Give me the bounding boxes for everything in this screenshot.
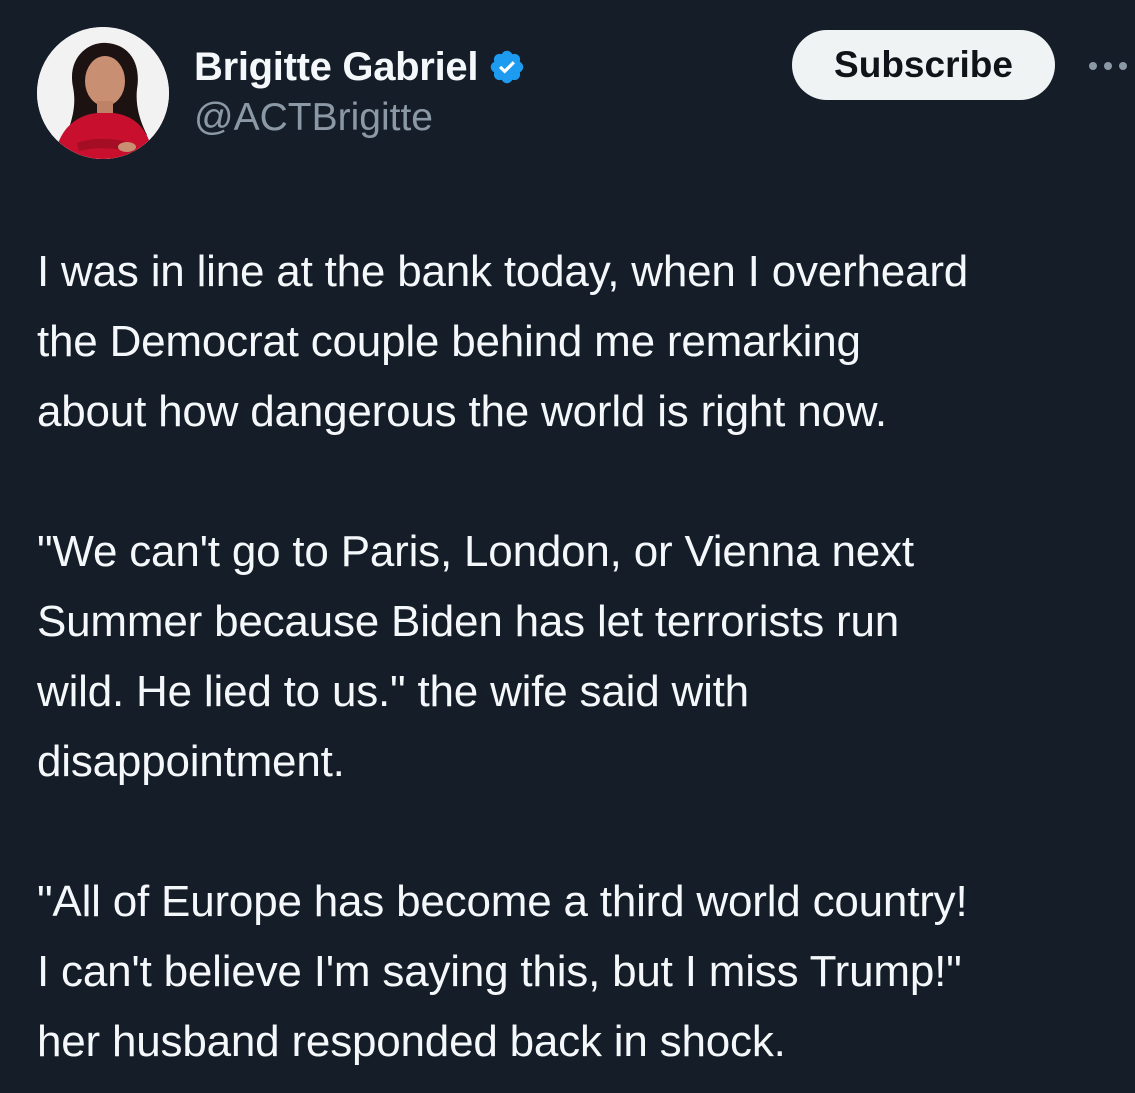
author-name-row: Brigitte Gabriel [194, 40, 526, 94]
author-display-name[interactable]: Brigitte Gabriel [194, 45, 478, 90]
post-paragraph: "We can't go to Paris, London, or Vienna… [37, 527, 914, 786]
tweet-card: Brigitte Gabriel @ACTBrigitte Subscribe … [0, 0, 1135, 1093]
post-paragraph: I was in line at the bank today, when I … [37, 247, 969, 436]
verified-badge-icon[interactable] [488, 48, 526, 86]
avatar-image [37, 27, 169, 159]
author-handle[interactable]: @ACTBrigitte [194, 96, 433, 140]
more-options-icon[interactable] [1087, 58, 1131, 74]
subscribe-button[interactable]: Subscribe [792, 30, 1055, 100]
post-paragraph: "All of Europe has become a third world … [37, 877, 968, 1066]
post-text: I was in line at the bank today, when I … [37, 237, 1133, 1077]
avatar[interactable] [37, 27, 169, 159]
